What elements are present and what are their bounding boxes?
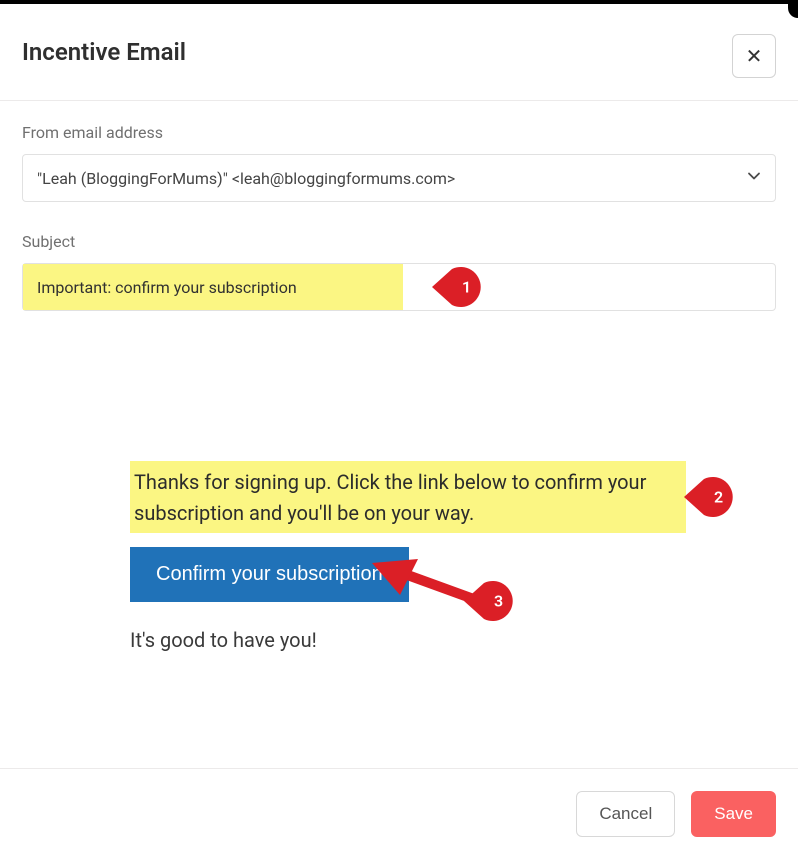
email-closing-text: It's good to have you! [130, 628, 776, 652]
subject-value: Important: confirm your subscription [23, 264, 403, 310]
subject-input-wrap: Important: confirm your subscription 1 [22, 263, 776, 311]
save-button[interactable]: Save [691, 791, 776, 837]
modal-body: From email address "Leah (BloggingForMum… [0, 101, 798, 768]
confirm-button-label: Confirm your subscription [156, 563, 383, 585]
from-email-value: "Leah (BloggingForMums)" <leah@bloggingf… [37, 169, 455, 188]
cancel-button-label: Cancel [599, 804, 652, 824]
modal-title: Incentive Email [22, 38, 186, 66]
cancel-button[interactable]: Cancel [576, 791, 675, 837]
email-intro-text: Thanks for signing up. Click the link be… [130, 461, 686, 533]
subject-input[interactable]: Important: confirm your subscription [22, 263, 776, 311]
annotation-pointer-2: 2 [682, 475, 756, 519]
from-email-select[interactable]: "Leah (BloggingForMums)" <leah@bloggingf… [22, 154, 776, 202]
from-select-wrap: "Leah (BloggingForMums)" <leah@bloggingf… [22, 154, 776, 202]
modal-header: Incentive Email ✕ [0, 4, 798, 101]
confirm-subscription-button[interactable]: Confirm your subscription [130, 547, 409, 602]
close-button[interactable]: ✕ [732, 34, 776, 78]
email-body-preview: Thanks for signing up. Click the link be… [22, 351, 776, 652]
modal-footer: Cancel Save [0, 768, 798, 847]
from-label: From email address [22, 123, 776, 142]
save-button-label: Save [714, 804, 753, 824]
subject-label: Subject [22, 232, 776, 251]
annotation-number-2: 2 [714, 488, 723, 507]
close-icon: ✕ [746, 44, 763, 69]
incentive-email-modal: Incentive Email ✕ From email address "Le… [0, 0, 798, 847]
